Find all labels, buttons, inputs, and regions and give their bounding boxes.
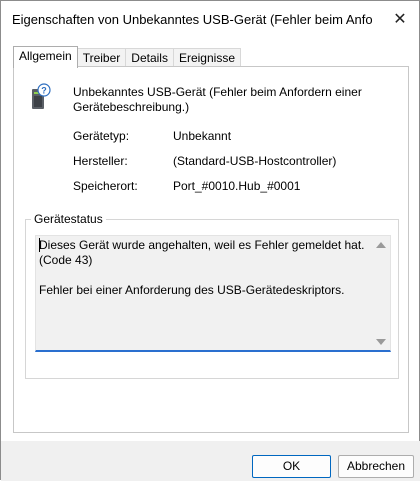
- usb-device-unknown-icon: ?: [29, 83, 51, 111]
- device-name: Unbekanntes USB-Gerät (Fehler beim Anfor…: [73, 85, 362, 114]
- window-title: Eigenschaften von Unbekanntes USB-Gerät …: [12, 12, 372, 27]
- close-button[interactable]: ✕: [387, 7, 413, 31]
- location-value: Port_#0010.Hub_#0001: [173, 179, 301, 193]
- device-type-value: Unbekannt: [173, 129, 232, 143]
- ok-button[interactable]: OK: [252, 455, 331, 478]
- device-type-label: Gerätetyp:: [73, 129, 130, 143]
- device-status-title: Gerätestatus: [31, 212, 106, 226]
- location-label: Speicherort:: [73, 179, 138, 193]
- cancel-button[interactable]: Abbrechen: [338, 455, 414, 478]
- tab-treiber[interactable]: Treiber: [76, 48, 127, 67]
- status-line-1: Dieses Gerät wurde angehalten, weil es F…: [39, 238, 365, 252]
- properties-dialog: Eigenschaften von Unbekanntes USB-Gerät …: [0, 0, 420, 481]
- tab-ereignisse[interactable]: Ereignisse: [172, 48, 241, 67]
- scroll-up-arrow-icon[interactable]: [376, 242, 386, 248]
- manufacturer-label: Hersteller:: [73, 154, 128, 168]
- close-icon: ✕: [393, 11, 407, 28]
- device-status-text: Dieses Gerät wurde angehalten, weil es F…: [39, 238, 369, 313]
- manufacturer-value: (Standard-USB-Hostcontroller): [173, 154, 337, 168]
- tab-bar: Allgemein Treiber Details Ereignisse: [13, 46, 241, 68]
- tab-allgemein[interactable]: Allgemein: [13, 46, 78, 68]
- device-status-textbox[interactable]: Dieses Gerät wurde angehalten, weil es F…: [35, 235, 391, 352]
- status-line-3: Fehler bei einer Anforderung des USB-Ger…: [39, 283, 345, 297]
- tab-details[interactable]: Details: [125, 48, 174, 67]
- title-bar[interactable]: Eigenschaften von Unbekanntes USB-Gerät …: [1, 1, 419, 39]
- svg-text:?: ?: [41, 86, 47, 96]
- scroll-down-arrow-icon[interactable]: [376, 339, 386, 345]
- status-line-2: (Code 43): [39, 253, 93, 267]
